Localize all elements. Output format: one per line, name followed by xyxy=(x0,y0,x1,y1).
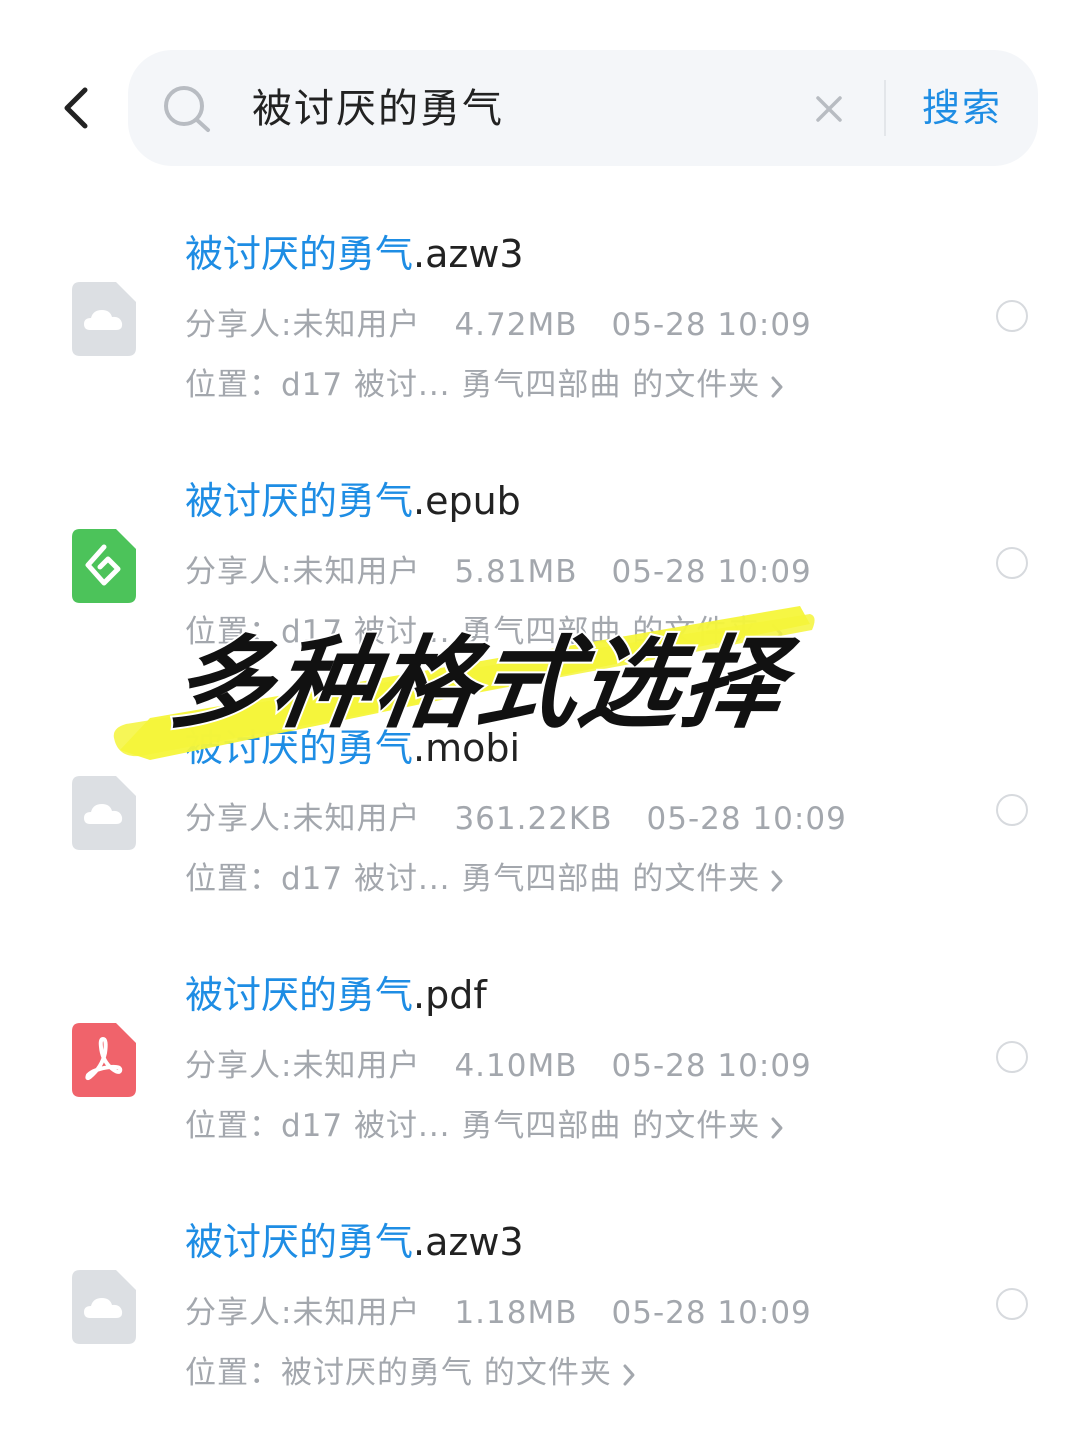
file-time: 05-28 10:09 xyxy=(611,1295,812,1331)
file-size: 1.18MB xyxy=(454,1295,578,1331)
file-location[interactable]: 位置：d17 被讨... 勇气四部曲 的文件夹 xyxy=(185,1101,784,1151)
file-name: 被讨厌的勇气.azw3 xyxy=(185,1220,524,1264)
select-radio[interactable] xyxy=(996,1288,1028,1320)
clear-icon[interactable] xyxy=(814,94,844,124)
select-radio[interactable] xyxy=(996,794,1028,826)
file-location[interactable]: 位置：d17 被讨... 勇气四部曲 的文件夹 xyxy=(185,607,784,657)
file-size: 361.22KB xyxy=(454,801,613,837)
list-item[interactable]: 被讨厌的勇气.azw3 分享人:未知用户 4.72MB 05-28 10:09 位置… xyxy=(0,210,1080,440)
sharer: 分享人:未知用户 xyxy=(185,307,421,343)
search-input[interactable] xyxy=(250,74,814,144)
file-name: 被讨厌的勇气.azw3 xyxy=(185,232,524,276)
sharer: 分享人:未知用户 xyxy=(185,554,421,590)
file-name: 被讨厌的勇气.pdf xyxy=(185,973,487,1017)
file-time: 05-28 10:09 xyxy=(611,307,812,343)
file-meta: 分享人:未知用户 361.22KB 05-28 10:09 xyxy=(185,794,881,844)
file-location[interactable]: 位置：d17 被讨... 勇气四部曲 的文件夹 xyxy=(185,854,784,904)
file-name: 被讨厌的勇气.epub xyxy=(185,479,521,523)
search-divider xyxy=(884,80,886,136)
list-item[interactable]: 被讨厌的勇气.epub 分享人:未知用户 5.81MB 05-28 10:09 位置… xyxy=(0,457,1080,687)
chevron-right-icon xyxy=(623,1364,635,1385)
list-item[interactable]: 被讨厌的勇气.pdf 分享人:未知用户 4.10MB 05-28 10:09 位置：… xyxy=(0,951,1080,1181)
cloud-file-icon xyxy=(72,1270,136,1344)
file-meta: 分享人:未知用户 1.18MB 05-28 10:09 xyxy=(185,1288,846,1338)
file-time: 05-28 10:09 xyxy=(646,801,847,837)
chevron-right-icon xyxy=(771,376,783,397)
sharer: 分享人:未知用户 xyxy=(185,1295,421,1331)
list-item[interactable]: 被讨厌的勇气.mobi 分享人:未知用户 361.22KB 05-28 10:09 … xyxy=(0,704,1080,934)
search-icon xyxy=(164,86,210,132)
file-time: 05-28 10:09 xyxy=(611,554,812,590)
search-header: 搜索 xyxy=(0,0,1080,190)
file-size: 5.81MB xyxy=(454,554,578,590)
list-item[interactable]: 被讨厌的勇气.azw3 分享人:未知用户 1.18MB 05-28 10:09 位置… xyxy=(0,1198,1080,1428)
sharer: 分享人:未知用户 xyxy=(185,1048,421,1084)
chevron-right-icon xyxy=(771,870,783,891)
cloud-file-icon xyxy=(72,776,136,850)
file-meta: 分享人:未知用户 5.81MB 05-28 10:09 xyxy=(185,547,846,597)
search-bar: 搜索 xyxy=(128,50,1038,166)
sharer: 分享人:未知用户 xyxy=(185,801,421,837)
file-size: 4.72MB xyxy=(454,307,578,343)
back-button[interactable] xyxy=(46,78,106,138)
select-radio[interactable] xyxy=(996,300,1028,332)
epub-file-icon xyxy=(72,529,136,603)
file-time: 05-28 10:09 xyxy=(611,1048,812,1084)
select-radio[interactable] xyxy=(996,1041,1028,1073)
cloud-file-icon xyxy=(72,282,136,356)
search-button[interactable]: 搜索 xyxy=(906,74,1018,142)
file-location[interactable]: 位置：被讨厌的勇气 的文件夹 xyxy=(185,1348,636,1398)
file-size: 4.10MB xyxy=(454,1048,578,1084)
file-meta: 分享人:未知用户 4.10MB 05-28 10:09 xyxy=(185,1041,846,1091)
file-name: 被讨厌的勇气.mobi xyxy=(185,726,521,770)
chevron-right-icon xyxy=(771,1117,783,1138)
select-radio[interactable] xyxy=(996,547,1028,579)
chevron-right-icon xyxy=(771,623,783,644)
file-meta: 分享人:未知用户 4.72MB 05-28 10:09 xyxy=(185,300,846,350)
chevron-left-icon xyxy=(64,87,88,129)
pdf-file-icon xyxy=(72,1023,136,1097)
file-location[interactable]: 位置：d17 被讨... 勇气四部曲 的文件夹 xyxy=(185,360,784,410)
